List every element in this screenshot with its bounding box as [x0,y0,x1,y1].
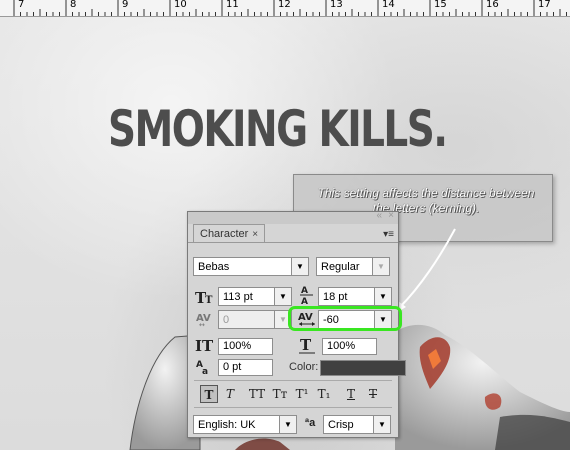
font-style-select[interactable]: Regular ▼ [316,257,390,276]
kerning-combo[interactable]: 0 ▼ [218,310,292,329]
ruler-number: 7 [18,0,25,10]
font-size-value: 113 pt [223,291,253,303]
font-size-combo[interactable]: 113 pt ▼ [218,287,292,306]
tab-character[interactable]: Character × [193,224,266,243]
baseline-shift-icon: A a [196,360,208,376]
color-label: Color: [289,361,319,373]
font-size-icon: T T [195,289,213,306]
subscript-button[interactable]: T₁ [315,385,333,403]
horizontal-scale-icon: T [299,337,315,354]
ruler-number: 12 [278,0,291,10]
leading-icon: A A [300,286,313,306]
all-caps-button[interactable]: TT [248,385,266,403]
svg-text:a: a [202,367,208,376]
small-caps-button[interactable]: Tт [271,385,289,403]
language-select[interactable]: English: UK ▼ [193,415,297,434]
tab-label: Character [200,228,249,240]
baseline-shift-input[interactable]: 0 pt [218,359,273,376]
ruler-number: 9 [122,0,129,10]
close-icon[interactable]: × [252,229,258,240]
svg-text:A: A [301,297,308,306]
ruler-number: 10 [174,0,187,10]
antialias-icon: ªa [305,417,316,429]
font-family-select[interactable]: Bebas ▼ [193,257,309,276]
leading-value: 18 pt [323,291,348,303]
vertical-scale-input[interactable]: 100% [218,338,273,355]
divider [194,380,392,381]
svg-text:IT: IT [195,337,214,355]
panel-menu-icon[interactable]: ▾≡ [383,229,394,240]
divider [194,407,392,408]
strikethrough-button[interactable]: T [364,385,382,403]
antialias-select[interactable]: Crisp ▼ [323,415,391,434]
underline-button[interactable]: T [342,385,360,403]
faux-italic-button[interactable]: T [221,385,239,403]
svg-text:T: T [300,337,312,354]
kerning-icon: AV ↔ [196,313,211,328]
ruler-number: 11 [226,0,239,10]
language-value: English: UK [198,419,256,431]
chevron-down-icon: ▼ [279,416,296,433]
panel-titlebar[interactable]: « × [188,210,398,224]
ruler-number: 13 [330,0,343,10]
vertical-scale-icon: IT [195,337,214,355]
chevron-down-icon: ▼ [372,258,389,275]
svg-text:T: T [205,295,213,306]
ruler-number: 17 [538,0,551,10]
antialias-value: Crisp [328,419,354,431]
leading-combo[interactable]: 18 pt ▼ [318,287,392,306]
chevron-down-icon: ▼ [274,288,291,305]
font-style-value: Regular [321,261,360,273]
font-family-value: Bebas [198,261,230,273]
tracking-highlight [288,306,402,331]
tab-divider [188,242,398,243]
chevron-down-icon: ▼ [373,416,390,433]
horizontal-ruler: 7 8 9 10 11 12 13 14 15 16 17 [0,0,570,17]
svg-text:↔: ↔ [199,321,205,328]
ruler-number: 16 [486,0,499,10]
superscript-button[interactable]: T¹ [293,385,311,403]
chevron-down-icon: ▼ [374,288,391,305]
chevron-down-icon: ▼ [291,258,308,275]
kerning-value: 0 [223,314,230,326]
ruler-number: 14 [382,0,395,10]
text-color-swatch[interactable] [320,360,406,376]
ruler-number: 8 [70,0,77,10]
ruler-number: 15 [434,0,447,10]
close-panel-button[interactable]: × [388,210,394,221]
collapse-button[interactable]: « [376,210,382,221]
horizontal-scale-input[interactable]: 100% [322,338,377,355]
faux-bold-button[interactable]: T [200,385,218,403]
